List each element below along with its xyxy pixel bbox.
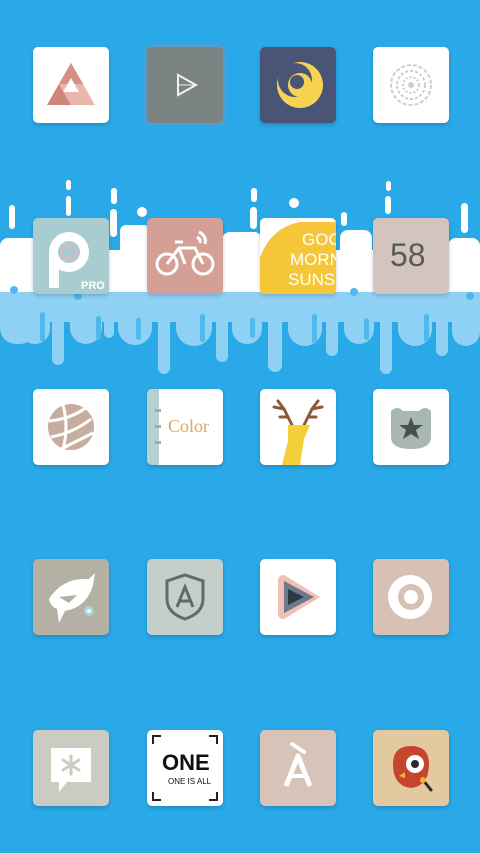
- app-icon-good-morning[interactable]: GOO MORNI SUNSH: [260, 218, 336, 294]
- app-icon-bicycle[interactable]: [147, 218, 223, 294]
- play-triangle-icon: [177, 73, 199, 97]
- app-icon-star-badge[interactable]: [373, 389, 449, 465]
- app-icon-webcam[interactable]: [373, 559, 449, 635]
- video-play-icon: [278, 575, 320, 619]
- app-icon-one[interactable]: ONE ONE IS ALL: [147, 730, 223, 806]
- owl-bird-icon: [393, 746, 433, 792]
- star-badge-icon: [391, 408, 431, 449]
- volleyball-icon: [48, 404, 94, 451]
- app-icon-shark[interactable]: [33, 559, 109, 635]
- mandala-flower-icon: [390, 64, 432, 106]
- app-icon-volleyball[interactable]: [33, 389, 109, 465]
- app-icon-letter-a[interactable]: [260, 730, 336, 806]
- pro-label: PRO: [81, 280, 105, 292]
- sunshine-line-1: GOO: [302, 230, 336, 249]
- origami-triangle-icon: [47, 63, 95, 105]
- app-icon-origami-triangle[interactable]: [33, 47, 109, 123]
- app-icon-play[interactable]: [147, 47, 223, 123]
- app-icon-color[interactable]: Color: [147, 389, 223, 465]
- app-icon-shield[interactable]: [147, 559, 223, 635]
- asterisk-chat-icon: [51, 748, 91, 792]
- letter-a-icon: [283, 742, 313, 787]
- number-58-label: 58: [390, 237, 426, 273]
- app-icon-58[interactable]: 58: [373, 218, 449, 294]
- shield-a-icon: [165, 573, 205, 621]
- bicycle-icon: [155, 230, 215, 276]
- deer-head-icon: [272, 399, 324, 465]
- crescent-moon-icon: [277, 62, 323, 108]
- app-icon-picsart-pro[interactable]: PRO: [33, 218, 109, 294]
- app-icon-crescent[interactable]: [260, 47, 336, 123]
- sunshine-line-2: MORNI: [290, 250, 336, 269]
- one-label: ONE: [162, 750, 210, 775]
- shark-icon: [49, 573, 95, 623]
- app-icon-owl[interactable]: [373, 730, 449, 806]
- sunshine-line-3: SUNSH: [288, 270, 336, 289]
- webcam-eye-icon: [388, 574, 433, 621]
- color-label: Color: [168, 416, 210, 436]
- app-icon-deer[interactable]: [260, 389, 336, 465]
- one-is-all-label: ONE IS ALL: [168, 777, 212, 786]
- app-icon-video[interactable]: [260, 559, 336, 635]
- app-icon-asterisk-chat[interactable]: [33, 730, 109, 806]
- app-icon-mandala[interactable]: [373, 47, 449, 123]
